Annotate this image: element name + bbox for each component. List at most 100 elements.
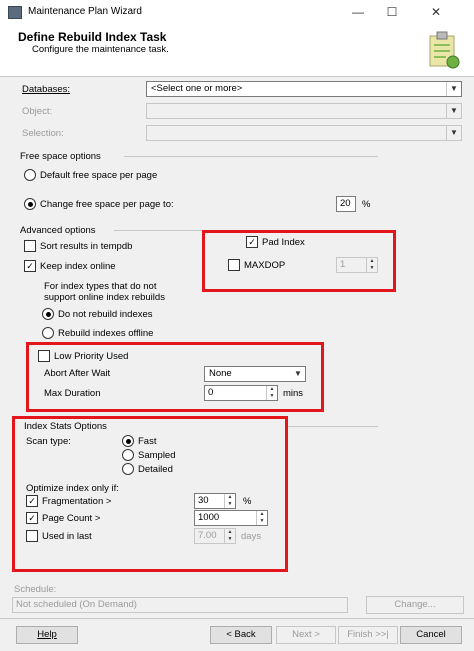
do-not-rebuild-label: Do not rebuild indexes	[58, 309, 153, 320]
used-in-last-checkbox[interactable]	[26, 530, 38, 542]
divider	[124, 156, 378, 157]
spinner-icon[interactable]: ▲ ▼	[224, 529, 235, 543]
max-duration-value: 0	[208, 387, 214, 398]
percent-unit: %	[362, 199, 371, 210]
maxdop-input[interactable]: 1 ▲ ▼	[336, 257, 378, 273]
optimize-label: Optimize index only if:	[26, 483, 119, 494]
free-space-input[interactable]: 20	[336, 196, 356, 212]
keep-index-online-checkbox[interactable]: ✓	[24, 260, 36, 272]
object-select[interactable]: ▼	[146, 103, 462, 119]
page-count-label: Page Count >	[42, 513, 101, 524]
scan-fast-radio[interactable]	[122, 435, 134, 447]
default-free-space-label: Default free space per page	[40, 170, 158, 181]
online-note-line2: support online index rebuilds	[44, 292, 165, 303]
selection-select[interactable]: ▼	[146, 125, 462, 141]
used-in-last-label: Used in last	[42, 531, 92, 542]
days-unit: days	[241, 531, 262, 542]
maximize-button[interactable]: ☐	[376, 0, 408, 24]
scan-detailed-label: Detailed	[138, 464, 173, 475]
fragmentation-input[interactable]: 30 ▲ ▼	[194, 493, 236, 509]
pad-index-label: Pad Index	[262, 237, 305, 248]
do-not-rebuild-radio[interactable]	[42, 308, 54, 320]
maxdop-value: 1	[340, 259, 346, 270]
mins-unit: mins	[283, 388, 304, 399]
cancel-button[interactable]: Cancel	[400, 626, 462, 644]
chevron-down-icon[interactable]: ▼	[446, 104, 461, 118]
change-free-space-radio[interactable]	[24, 198, 36, 210]
wizard-clipboard-icon	[426, 30, 460, 70]
fragmentation-checkbox[interactable]: ✓	[26, 495, 38, 507]
window-title: Maintenance Plan Wizard	[28, 6, 142, 17]
back-label: < Back	[226, 629, 256, 640]
online-note-line1: For index types that do not	[44, 281, 157, 292]
max-duration-label: Max Duration	[44, 388, 101, 399]
divider	[288, 426, 378, 427]
spinner-icon[interactable]: ▲ ▼	[366, 258, 377, 272]
advanced-options-heading: Advanced options	[20, 225, 96, 236]
finish-button[interactable]: Finish >>|	[338, 626, 398, 644]
page-subtitle: Configure the maintenance task.	[32, 44, 169, 55]
page-count-input[interactable]: 1000 ▲ ▼	[194, 510, 268, 526]
finish-label: Finish >>|	[347, 629, 389, 640]
next-label: Next >	[292, 629, 320, 640]
chevron-down-icon[interactable]: ▼	[446, 126, 461, 140]
next-button[interactable]: Next >	[276, 626, 336, 644]
default-free-space-radio[interactable]	[24, 169, 36, 181]
spinner-icon[interactable]: ▲ ▼	[266, 386, 277, 400]
object-label: Object:	[22, 106, 53, 117]
schedule-value: Not scheduled (On Demand)	[16, 599, 137, 610]
free-space-heading: Free space options	[20, 151, 101, 162]
abort-after-wait-value: None	[209, 368, 232, 379]
maxdop-label: MAXDOP	[244, 260, 286, 271]
rebuild-offline-label: Rebuild indexes offline	[58, 328, 154, 339]
rebuild-offline-radio[interactable]	[42, 327, 54, 339]
wizard-header: Define Rebuild Index Task Configure the …	[0, 24, 474, 77]
abort-after-wait-label: Abort After Wait	[44, 368, 111, 379]
index-stats-heading: Index Stats Options	[24, 421, 107, 432]
page-count-value: 1000	[198, 512, 220, 523]
free-space-value: 20	[340, 198, 351, 209]
schedule-label: Schedule:	[14, 584, 57, 595]
selection-label: Selection:	[22, 128, 64, 139]
app-icon	[8, 6, 22, 19]
used-in-last-input[interactable]: 7.00 ▲ ▼	[194, 528, 236, 544]
pad-index-checkbox[interactable]: ✓	[246, 236, 258, 248]
change-free-space-label: Change free space per page to:	[40, 199, 174, 210]
minimize-button[interactable]: —	[342, 0, 374, 24]
back-button[interactable]: < Back	[210, 626, 272, 644]
maxdop-checkbox[interactable]	[228, 259, 240, 271]
sort-tempdb-label: Sort results in tempdb	[40, 241, 133, 252]
scan-type-label: Scan type:	[26, 436, 71, 447]
spinner-icon[interactable]: ▲ ▼	[224, 494, 235, 508]
title-bar: Maintenance Plan Wizard — ☐ ✕	[0, 0, 474, 25]
fragmentation-unit: %	[243, 496, 252, 507]
databases-label: Databases:	[22, 84, 71, 95]
chevron-down-icon[interactable]: ▼	[446, 82, 461, 96]
cancel-label: Cancel	[416, 629, 446, 640]
max-duration-input[interactable]: 0 ▲ ▼	[204, 385, 278, 401]
close-button[interactable]: ✕	[420, 0, 452, 24]
sort-tempdb-checkbox[interactable]	[24, 240, 36, 252]
page-title: Define Rebuild Index Task	[18, 30, 167, 44]
scan-fast-label: Fast	[138, 436, 157, 447]
change-schedule-button[interactable]: Change...	[366, 596, 464, 614]
chevron-down-icon[interactable]: ▼	[291, 367, 305, 381]
databases-select[interactable]: <Select one or more> ▼	[146, 81, 462, 97]
low-priority-label: Low Priority Used	[54, 351, 129, 362]
fragmentation-value: 30	[198, 495, 209, 506]
help-button[interactable]: Help	[16, 626, 78, 644]
help-label: Help	[37, 629, 57, 640]
footer-divider	[0, 618, 474, 619]
scan-detailed-radio[interactable]	[122, 463, 134, 475]
databases-value: <Select one or more>	[151, 83, 243, 94]
abort-after-wait-select[interactable]: None ▼	[204, 366, 306, 382]
spinner-icon[interactable]: ▲ ▼	[256, 511, 267, 525]
low-priority-checkbox[interactable]	[38, 350, 50, 362]
schedule-field: Not scheduled (On Demand)	[12, 597, 348, 613]
used-in-last-value: 7.00	[198, 530, 217, 541]
scan-sampled-radio[interactable]	[122, 449, 134, 461]
page-count-checkbox[interactable]: ✓	[26, 512, 38, 524]
keep-index-online-label: Keep index online	[40, 261, 116, 272]
fragmentation-label: Fragmentation >	[42, 496, 112, 507]
scan-sampled-label: Sampled	[138, 450, 176, 461]
